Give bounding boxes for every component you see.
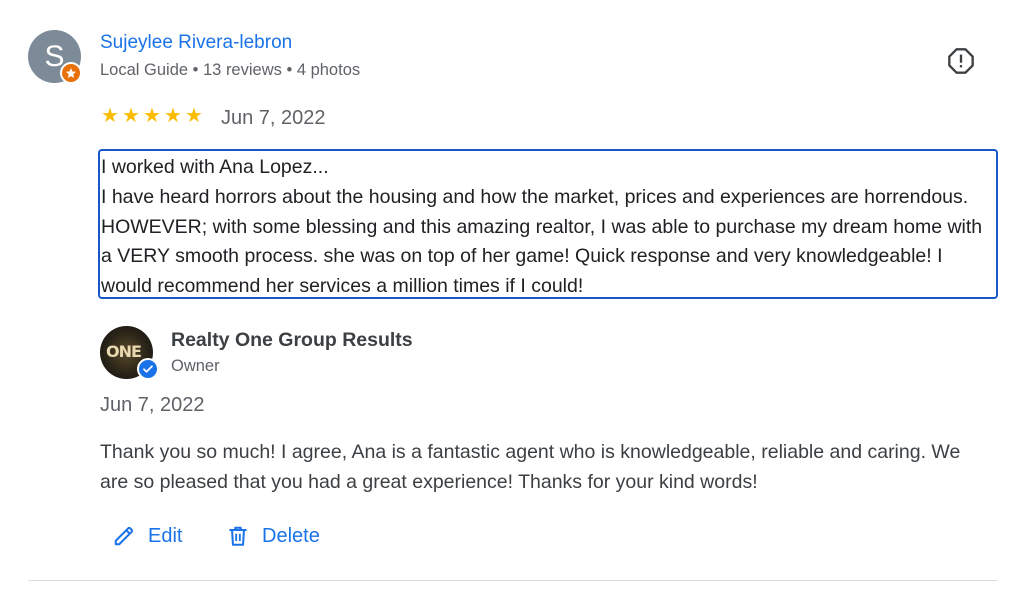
owner-logo-text: ONE [106,342,142,361]
review-card: S Sujeylee Rivera-lebron Local Guide • 1… [0,0,1024,606]
owner-name: Realty One Group Results [171,329,413,351]
delete-label: Delete [262,524,320,547]
owner-response-text: Thank you so much! I agree, Ana is a fan… [100,441,961,493]
star-icon: ★ [143,105,161,127]
reviewer-meta: Local Guide • 13 reviews • 4 photos [100,61,361,79]
trash-icon [226,524,250,548]
star-icon: ★ [122,105,140,127]
edit-label: Edit [148,524,183,547]
edit-button[interactable]: Edit [112,520,182,552]
local-guide-badge-icon [60,62,82,84]
star-icon: ★ [101,105,119,127]
divider [28,580,997,581]
report-flag-icon[interactable] [945,45,977,77]
review-date: Jun 7, 2022 [221,107,326,129]
star-icon: ★ [185,105,203,127]
star-rating: ★ ★ ★ ★ ★ [100,106,204,126]
verified-check-icon [137,358,159,380]
delete-button[interactable]: Delete [226,520,320,552]
review-text[interactable]: I worked with Ana Lopez... I have heard … [98,149,998,299]
star-icon: ★ [164,105,182,127]
owner-role: Owner [171,357,220,375]
pencil-icon [112,524,136,548]
reviewer-name-link[interactable]: Sujeylee Rivera-lebron [100,32,292,54]
owner-response-date: Jun 7, 2022 [100,394,205,416]
